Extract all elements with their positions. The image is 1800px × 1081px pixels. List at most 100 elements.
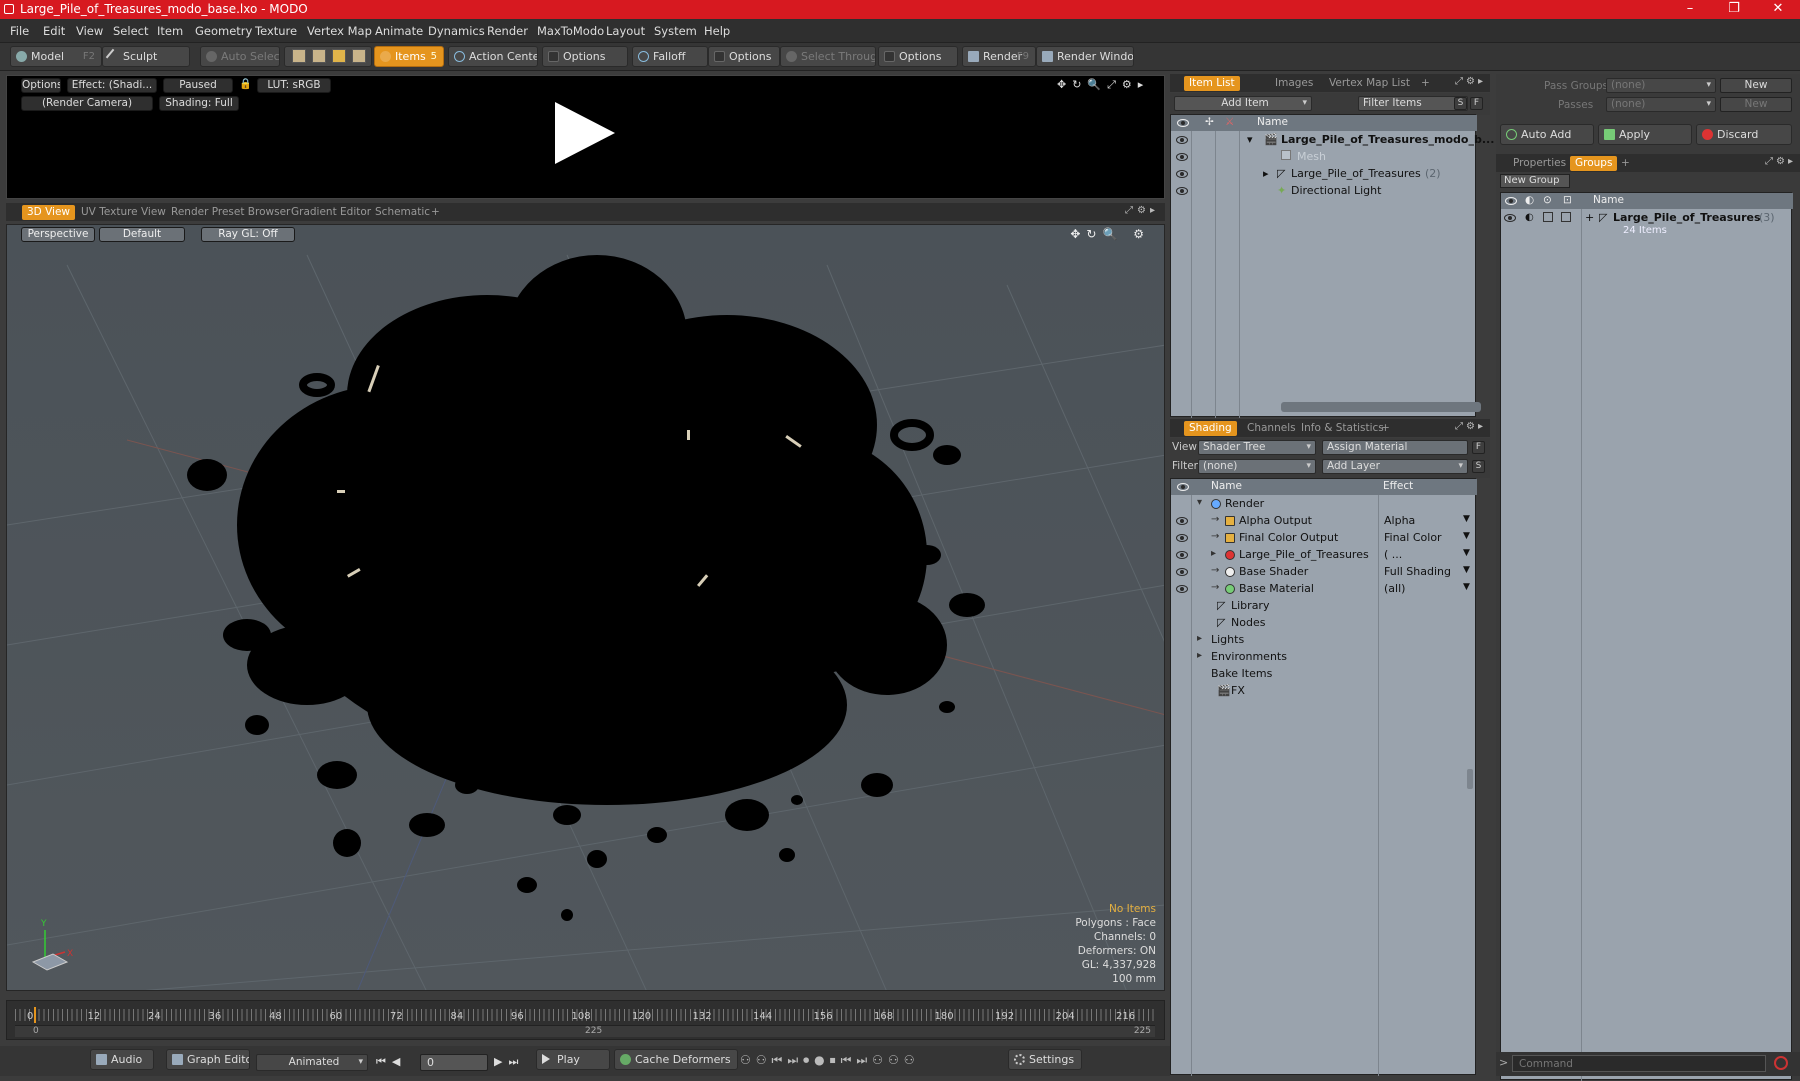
shading-controls[interactable]: ⤢⚙▸	[1455, 421, 1486, 432]
timeline[interactable]: 0 12 24 36 48 60 72 84 96 108 120 132 144 156 168 180 19…	[6, 1000, 1165, 1040]
frame-input[interactable]: 0	[420, 1054, 488, 1071]
item-row-scene[interactable]: ▾ 🎬 Large_Pile_of_Treasures_modo_b...	[1171, 132, 1494, 149]
shader-row[interactable]: ◸ Nodes	[1171, 615, 1477, 632]
auto-add-button[interactable]: Auto Add	[1500, 124, 1594, 145]
new-pass-button[interactable]: New	[1720, 97, 1792, 112]
skip-back-buttons[interactable]: ⏮◀	[376, 1055, 406, 1069]
animated-dropdown[interactable]: Animated	[256, 1054, 368, 1071]
menu-dynamics[interactable]: Dynamics	[428, 24, 485, 38]
add-item-dropdown[interactable]: Add Item	[1174, 96, 1312, 111]
lock-checkbox[interactable]	[1543, 212, 1553, 222]
shader-row[interactable]: → Final Color Output Final Color ▼	[1171, 530, 1477, 547]
action-center-options-button[interactable]: Options	[542, 46, 628, 67]
add-tab-button[interactable]: +	[426, 205, 445, 220]
passes-dropdown[interactable]: (none)	[1606, 97, 1716, 112]
tab-images[interactable]: Images	[1270, 76, 1318, 91]
menu-view[interactable]: View	[76, 24, 103, 38]
tab-properties[interactable]: Properties	[1508, 156, 1571, 171]
item-list-scrollbar[interactable]	[1281, 402, 1481, 412]
expand-arrow-icon[interactable]: ▸	[1263, 167, 1269, 180]
effect-dropdown-icon[interactable]: ▼	[1463, 514, 1470, 524]
minimize-button[interactable]: –	[1668, 0, 1712, 19]
shader-row[interactable]: ▾ Render	[1171, 496, 1477, 513]
view-dropdown[interactable]: Shader Tree	[1198, 440, 1316, 455]
menu-vertex-map[interactable]: Vertex Map	[307, 24, 372, 38]
sculpt-button[interactable]: Sculpt	[102, 46, 190, 67]
menu-edit[interactable]: Edit	[43, 24, 65, 38]
shader-row[interactable]: → Base Shader Full Shading ▼	[1171, 564, 1477, 581]
tree-arrow-icon[interactable]: ▸	[1197, 650, 1202, 661]
select-checkbox[interactable]	[1561, 212, 1571, 222]
render-window-button[interactable]: Render Window	[1036, 46, 1134, 67]
visibility-eye-icon[interactable]	[1176, 534, 1188, 542]
lock-icon[interactable]: 🔒	[239, 78, 249, 93]
shader-row[interactable]: Bake Items	[1171, 666, 1477, 683]
visibility-eye-icon[interactable]	[1176, 568, 1188, 576]
discard-button[interactable]: Discard	[1696, 124, 1792, 145]
menu-texture[interactable]: Texture	[255, 24, 297, 38]
menu-maxtomodo[interactable]: MaxToModo	[537, 24, 604, 38]
visibility-eye-icon[interactable]	[1176, 551, 1188, 559]
play-button[interactable]: Play	[536, 1049, 610, 1070]
menu-system[interactable]: System	[654, 24, 697, 38]
paused-toggle[interactable]: Paused	[163, 78, 233, 93]
effect-column-header[interactable]: Effect	[1383, 479, 1413, 494]
graph-editor-button[interactable]: Graph Editor	[166, 1049, 250, 1070]
falloff-button[interactable]: Falloff	[632, 46, 708, 67]
add-layer-dropdown[interactable]: Add Layer	[1322, 459, 1468, 474]
tab-groups[interactable]: Groups	[1570, 156, 1618, 171]
apply-button[interactable]: Apply	[1598, 124, 1692, 145]
visibility-eye-icon[interactable]	[1176, 170, 1188, 178]
record-macro-icon[interactable]	[1774, 1056, 1788, 1070]
shading-f-button[interactable]: F	[1472, 441, 1485, 454]
audio-button[interactable]: Audio	[90, 1049, 154, 1070]
select-through-options-button[interactable]: Options	[878, 46, 958, 67]
keyframe-tools[interactable]: ⚇⚇⏮⏭⏺●⏹⏮⏭⚇⚇⚇	[740, 1053, 919, 1068]
new-group-button[interactable]: New Group	[1500, 174, 1570, 188]
tree-arrow-icon[interactable]: ▾	[1197, 497, 1202, 508]
tree-arrow-icon[interactable]: →	[1211, 565, 1219, 576]
tree-arrow-icon[interactable]: →	[1211, 531, 1219, 542]
command-input[interactable]	[1512, 1055, 1766, 1072]
visibility-eye-icon[interactable]	[1176, 187, 1188, 195]
viewport-tab-controls[interactable]: ⤢⚙▸	[1125, 205, 1159, 216]
close-button[interactable]: ✕	[1756, 0, 1800, 19]
tab-3d-view[interactable]: 3D View	[22, 205, 76, 220]
add-shading-tab[interactable]: +	[1376, 421, 1395, 436]
menu-item[interactable]: Item	[157, 24, 183, 38]
tab-gradient-editor[interactable]: Gradient Editor	[286, 205, 376, 220]
effect-dropdown-icon[interactable]: ▼	[1463, 548, 1470, 558]
materials-mode-icon[interactable]	[352, 49, 366, 63]
timeline-range-bar[interactable]: 0 225 225	[15, 1025, 1155, 1037]
effect-dropdown-icon[interactable]: ▼	[1463, 531, 1470, 541]
render-button[interactable]: Render F9	[962, 46, 1036, 67]
skip-forward-buttons[interactable]: ▶⏭	[494, 1055, 524, 1069]
visibility-eye-icon[interactable]	[1176, 517, 1188, 525]
visibility-eye-icon[interactable]	[1176, 585, 1188, 593]
tab-uv-texture-view[interactable]: UV Texture View	[76, 205, 171, 220]
filter-f-button[interactable]: F	[1470, 97, 1483, 110]
effect-dropdown-icon[interactable]: ▼	[1463, 565, 1470, 575]
falloff-options-button[interactable]: Options	[708, 46, 780, 67]
shader-row[interactable]: → Alpha Output Alpha ▼	[1171, 513, 1477, 530]
polygons-mode-icon[interactable]	[332, 49, 346, 63]
filter-s-button[interactable]: S	[1454, 97, 1467, 110]
tree-arrow-icon[interactable]: ▸	[1197, 633, 1202, 644]
shader-row[interactable]: 🎬 FX	[1171, 683, 1477, 700]
assign-material-button[interactable]: Assign Material	[1322, 440, 1468, 455]
collapse-arrow-icon[interactable]: ▾	[1247, 133, 1253, 146]
auto-select-button[interactable]: Auto Select	[200, 46, 280, 67]
tab-vertex-map-list[interactable]: Vertex Map List	[1324, 76, 1415, 91]
tab-shading[interactable]: Shading	[1184, 421, 1237, 436]
preview-options-button[interactable]: Options	[21, 78, 61, 93]
shader-row[interactable]: ▸ Environments	[1171, 649, 1477, 666]
pass-groups-dropdown[interactable]: (none)	[1606, 78, 1716, 93]
menu-animate[interactable]: Animate	[375, 24, 423, 38]
effect-dropdown[interactable]: Effect: (Shadi...	[67, 78, 157, 93]
items-mode-button[interactable]: Items 5	[374, 46, 444, 67]
action-center-button[interactable]: Action Center	[448, 46, 538, 67]
item-list-controls[interactable]: ⤢⚙▸	[1455, 76, 1486, 87]
maximize-button[interactable]: ❐	[1712, 0, 1756, 19]
menu-render[interactable]: Render	[487, 24, 528, 38]
filter-items-input[interactable]: Filter Items	[1358, 96, 1468, 111]
